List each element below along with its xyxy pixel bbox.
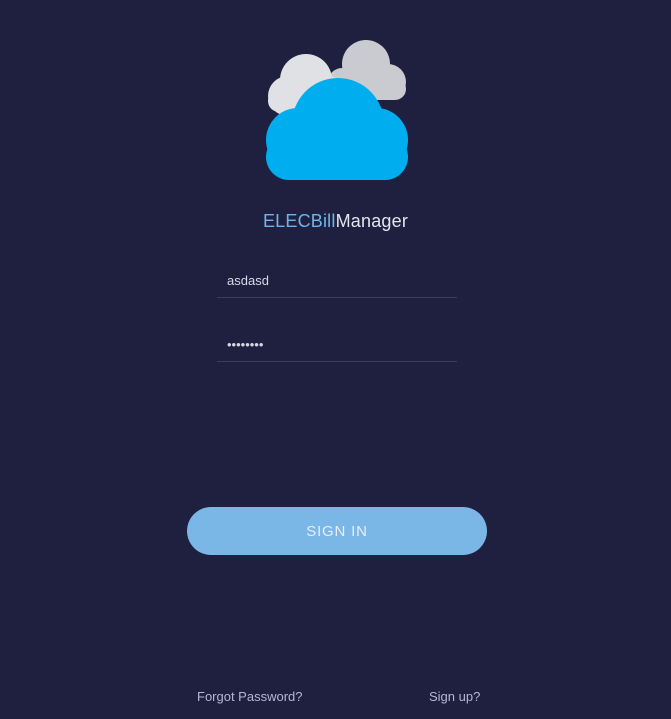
sign-up-link[interactable]: Sign up? (429, 689, 480, 704)
password-input[interactable] (217, 327, 457, 361)
app-title: ELECBillManager (0, 211, 671, 232)
username-field-wrapper (217, 263, 457, 298)
signin-button[interactable]: SIGN IN (187, 507, 487, 555)
app-title-accent: ELECBill (262, 211, 336, 231)
forgot-password-link[interactable]: Forgot Password? (197, 689, 303, 704)
app-title-rest: Manager (335, 211, 409, 231)
cloud-logo-icon (266, 40, 408, 180)
login-screen: ELECBillManager SIGN IN Forgot Password?… (0, 0, 671, 719)
password-field-wrapper (217, 327, 457, 362)
username-input[interactable] (217, 263, 457, 297)
